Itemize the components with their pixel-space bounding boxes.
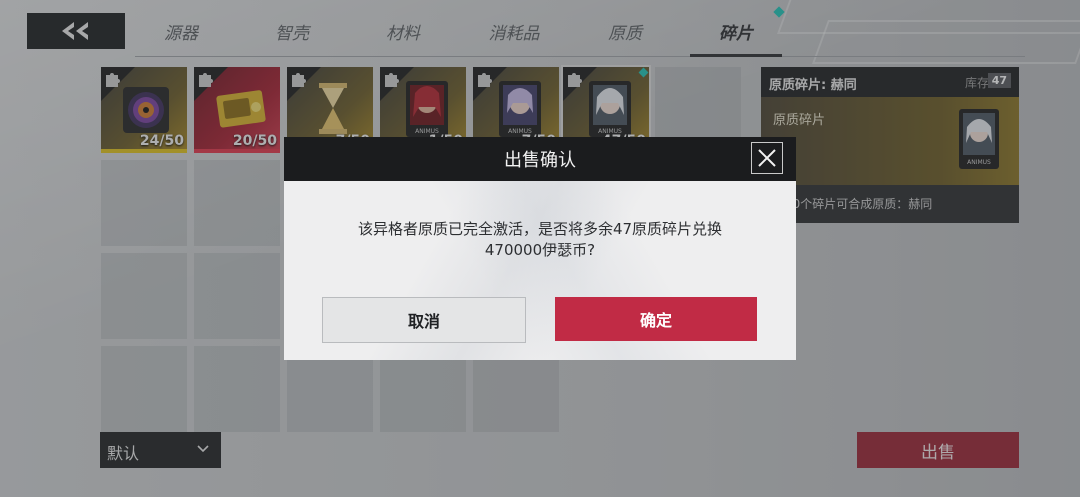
confirm-button[interactable]: 确定: [555, 297, 757, 341]
close-button[interactable]: [751, 142, 783, 174]
dialog-header: 出售确认: [284, 137, 796, 181]
dialog-message-line: 该异格者原质已完全激活，是否将多余47原质碎片兑换: [357, 220, 723, 238]
dialog-message-line: 470000伊瑟币?: [484, 241, 596, 259]
dialog-title: 出售确认: [504, 150, 576, 171]
close-icon: [758, 149, 776, 167]
dialog-message: 该异格者原质已完全激活，是否将多余47原质碎片兑换 470000伊瑟币?: [314, 219, 766, 261]
sell-confirm-dialog: 出售确认 该异格者原质已完全激活，是否将多余47原质碎片兑换 470000伊瑟币…: [284, 137, 796, 360]
cancel-button[interactable]: 取消: [322, 297, 526, 343]
